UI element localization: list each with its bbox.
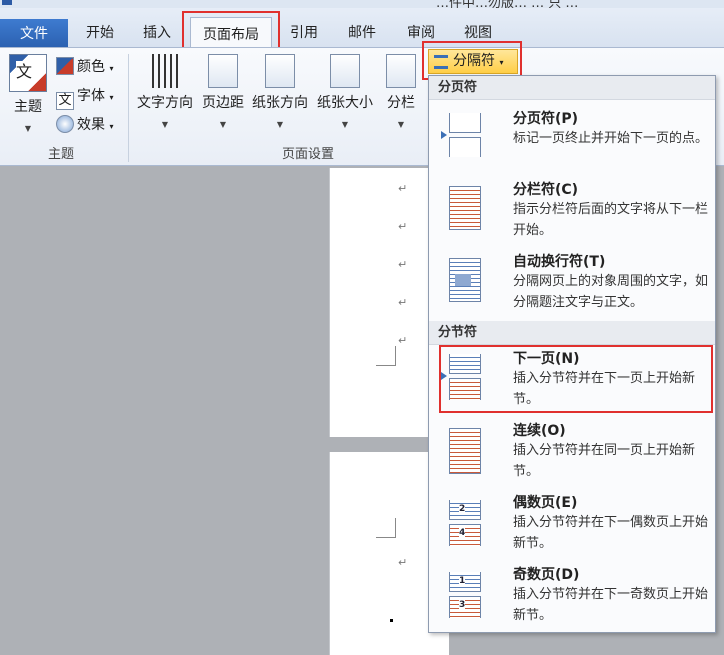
- even-page-section-icon: 2 4: [445, 500, 485, 546]
- menu-item-odd-page[interactable]: 1 3 奇数页(D) 插入分节符并在下一奇数页上开始新节。: [429, 564, 715, 634]
- cursor-dot: [390, 619, 393, 622]
- text-direction-icon: [152, 54, 178, 88]
- paragraph-mark: ↵: [398, 296, 408, 309]
- paragraph-mark: ↵: [398, 556, 408, 569]
- chevron-down-icon: ▼: [341, 120, 349, 129]
- margin-corner-mark: [376, 518, 396, 538]
- paragraph-mark: ↵: [398, 334, 408, 347]
- page-size-icon: [330, 54, 360, 88]
- breaks-dropdown-menu: 分页符 分页符(P) 标记一页终止并开始下一页的点。 分栏符(C) 指示分栏符后…: [428, 75, 716, 633]
- chevron-down-icon: ▼: [397, 120, 405, 129]
- margin-corner-mark: [376, 346, 396, 366]
- themes-group-label: 主题: [48, 147, 75, 162]
- effects-icon: [56, 115, 74, 133]
- paragraph-mark: ↵: [398, 182, 408, 195]
- margins-button[interactable]: 页边距 ▼: [200, 54, 246, 129]
- paragraph-mark: ↵: [398, 220, 408, 233]
- chevron-down-icon: ▼: [219, 120, 227, 129]
- word-app-icon[interactable]: [2, 0, 12, 5]
- size-button[interactable]: 纸张大小 ▼: [314, 54, 376, 129]
- chevron-down-icon: ▼: [24, 124, 32, 133]
- menu-item-text-wrapping[interactable]: 自动换行符(T) 分隔网页上的对象周围的文字，如分隔题注文字与正文。: [429, 248, 715, 320]
- theme-effects-button[interactable]: 效果 ▾: [56, 114, 113, 134]
- columns-button[interactable]: 分栏 ▼: [384, 54, 418, 129]
- next-page-section-icon: [441, 354, 485, 400]
- text-direction-button[interactable]: 文字方向 ▼: [134, 54, 196, 129]
- theme-fonts-button[interactable]: 文字体 ▾: [56, 85, 113, 110]
- menu-item-page-break[interactable]: 分页符(P) 标记一页终止并开始下一页的点。: [429, 103, 715, 173]
- font-icon: 文: [56, 92, 74, 110]
- tab-home[interactable]: 开始: [86, 22, 114, 42]
- columns-icon: [386, 54, 416, 88]
- menu-item-column-break[interactable]: 分栏符(C) 指示分栏符后面的文字将从下一栏开始。: [429, 176, 715, 246]
- themes-icon: 文: [9, 54, 47, 92]
- margins-icon: [208, 54, 238, 88]
- breaks-button[interactable]: 分隔符 ▾: [428, 49, 518, 74]
- page-setup-group-label: 页面设置: [282, 147, 335, 162]
- tab-insert[interactable]: 插入: [143, 22, 171, 42]
- themes-button[interactable]: 文 主题 ▼: [6, 54, 50, 133]
- title-bar: …件中…勿版… … 只 …: [0, 0, 724, 8]
- orientation-button[interactable]: 纸张方向 ▼: [250, 54, 310, 129]
- tab-mailings[interactable]: 邮件: [348, 22, 376, 42]
- window-title: …件中…勿版… … 只 …: [436, 0, 579, 8]
- menu-item-continuous[interactable]: 连续(O) 插入分节符并在同一页上开始新节。: [429, 420, 715, 490]
- text-wrapping-icon: [445, 258, 485, 302]
- ribbon-tabs: 文件 开始 插入 页面布局 引用 邮件 审阅 视图: [0, 8, 724, 55]
- tab-review[interactable]: 审阅: [407, 22, 435, 42]
- palette-icon: [56, 57, 74, 75]
- theme-colors-button[interactable]: 颜色 ▾: [56, 56, 113, 76]
- page-break-icon: [441, 113, 485, 157]
- section-breaks-header: 分节符: [429, 321, 715, 345]
- tab-file[interactable]: 文件: [0, 19, 68, 50]
- breaks-icon: [434, 55, 448, 69]
- tab-view[interactable]: 视图: [464, 22, 492, 42]
- chevron-down-icon: ▼: [276, 120, 284, 129]
- orientation-icon: [265, 54, 295, 88]
- group-separator: [128, 54, 129, 162]
- page-breaks-header: 分页符: [429, 76, 715, 100]
- chevron-down-icon: ▼: [161, 120, 169, 129]
- column-break-icon: [445, 186, 485, 230]
- tab-references[interactable]: 引用: [290, 22, 318, 42]
- odd-page-section-icon: 1 3: [445, 572, 485, 618]
- menu-item-even-page[interactable]: 2 4 偶数页(E) 插入分节符并在下一偶数页上开始新节。: [429, 492, 715, 562]
- paragraph-mark: ↵: [398, 258, 408, 271]
- menu-item-next-page[interactable]: 下一页(N) 插入分节符并在下一页上开始新节。: [429, 348, 715, 416]
- continuous-section-icon: [445, 428, 485, 474]
